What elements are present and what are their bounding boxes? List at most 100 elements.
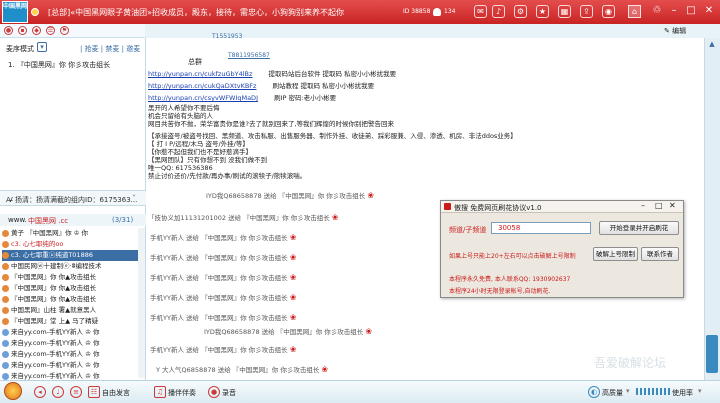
mic-entry[interactable]: 1. 『中国黑网』你 你彡攻击组长 (8, 60, 110, 70)
quality-icon: ◐ (588, 386, 600, 398)
record-label[interactable]: 录音 (222, 388, 236, 398)
member-name: 『中国黑网』你 你▲攻击组长 (11, 295, 97, 303)
member-avatar-icon (2, 240, 9, 248)
pan-link[interactable]: http://yunpan.cn/cukQaDXtvKBFz (148, 82, 256, 90)
chat-message: 手机YY新人 送给 『中国黑网』你 你彡攻击组长 ❀ (150, 232, 296, 242)
left-toolbar: ● ▪ ◆ ☰ ⚑ (0, 24, 145, 38)
member-row[interactable]: 中国黑网』山柱 署▲就意黑人 (2, 305, 144, 316)
member-row[interactable]: c3. 心七耶纯的oo (2, 239, 144, 250)
speaker-icon[interactable]: ◂ (34, 386, 46, 398)
chat-sender[interactable]: 手机YY新人 (150, 274, 184, 282)
star-icon (31, 8, 39, 16)
person-icon[interactable]: ● (4, 26, 13, 35)
voice-settings-icon[interactable]: ≡ (70, 386, 82, 398)
member-row-selected[interactable]: c3. 心七耶重ⓤ纯道T01886 (2, 250, 144, 261)
voice-quality-label[interactable]: 高质量 (602, 388, 623, 398)
rose-icon: ❀ (365, 327, 373, 336)
minimize-button[interactable]: – (667, 4, 681, 18)
member-row[interactable]: 来自yy.com-手机YY新人 ♔ 你 (2, 349, 144, 360)
mic-mode-dropdown[interactable]: ▾ (37, 42, 47, 52)
dialog-maximize[interactable]: □ (655, 201, 663, 210)
skin-icon[interactable]: ♲ (650, 4, 664, 18)
member-row[interactable]: 『中国黑网』你 你▲攻击组长 (2, 294, 144, 305)
mail-icon[interactable]: ✉ (474, 5, 487, 18)
chat-sender[interactable]: 手机YY新人 (150, 254, 184, 262)
member-row[interactable]: 『中国黑网』你 你▲攻击组长 (2, 283, 144, 294)
chat-icon[interactable]: ☰ (46, 26, 55, 35)
chat-message: 手机YY新人 送给 『中国黑网』你 你彡攻击组长 ❀ (150, 344, 296, 354)
member-avatar-icon (2, 350, 9, 358)
contact-button[interactable]: 联系作者 (641, 247, 679, 261)
chat-sender[interactable]: IYD我Q68658878 (206, 192, 262, 200)
chat-sender[interactable]: Y 大人气Q6858878 (156, 366, 216, 374)
member-row[interactable]: 来自yy.com-手机YY新人 ♔ 你 (2, 338, 144, 349)
microphone-icon[interactable]: ♩ (52, 386, 64, 398)
play-accompany-label[interactable]: 播伴伴奏 (168, 388, 196, 398)
pan-link[interactable]: http://yunpan.cn/csyvWFWIqMaDJ (148, 94, 258, 102)
member-header-title[interactable]: 中国黑网 .cc (28, 216, 68, 226)
chat-sender[interactable]: 手机YY新人 (150, 294, 184, 302)
member-name: 来自yy.com-手机YY新人 ♔ 你 (11, 350, 100, 358)
pan-link[interactable]: http://yunpan.cn/cukfzuGbY4lBz (148, 70, 252, 78)
member-name: c3. 心七耶纯的oo (11, 240, 64, 248)
channel-input[interactable]: 30058 (491, 222, 591, 234)
app-icon (444, 203, 451, 210)
chat-sender[interactable]: IYD我Q68658878 (204, 328, 260, 336)
home-icon[interactable]: ⌂ (628, 5, 641, 18)
edit-button[interactable]: ✎ 编辑 (664, 26, 686, 36)
member-row[interactable]: 来自yy.com-手机YY新人 ♔ 你 (2, 360, 144, 371)
chat-sender[interactable]: 手机YY新人 (150, 314, 184, 322)
announcement-line: 网目共苦你不抛，荣华富贵你是谁?去了就别回来了,等我们辉煌的时候你别把警告回来 (148, 120, 395, 128)
member-row[interactable]: 『中国黑网』你 你▲攻击组长 (2, 272, 144, 283)
chat-scrollbar[interactable] (704, 38, 720, 380)
member-row[interactable]: 中国民网ⓦ十建制ⓔ·ꗊ编程技术 (2, 261, 144, 272)
chat-sender[interactable]: 「技协义加11131201002 (148, 214, 226, 222)
member-row[interactable]: 黄子 『中国黑网』你 ♔ 你 (2, 228, 144, 239)
scroll-thumb[interactable] (706, 335, 718, 373)
scroll-up-icon[interactable]: ▲ (706, 40, 718, 50)
dialog-title: 傲搜 免费网页刷花协议v1.0 (454, 204, 542, 212)
member-row[interactable]: 『中国黑网』堂 上▲ 马了精疑 (2, 316, 144, 327)
mic-menu[interactable]: | 抢麦 | 禁麦 | 邀麦 (80, 44, 140, 54)
member-row[interactable]: 来自yy.com-手机YY新人 ♔ 你 (2, 371, 144, 380)
chat-message: 「技协义加11131201002 送给 『中国黑网』你 你彡攻击组长 ❀ (148, 212, 339, 222)
window-title: [总部]«中国黑网眼子黄油团»招收成员，殿东，接待，需忠心，小狗狗别来养不起你 (48, 8, 345, 17)
dialog-minimize[interactable]: – (641, 201, 645, 210)
member-row[interactable]: 来自yy.com-手机YY新人 ♔ 你 (2, 327, 144, 338)
bell-icon[interactable]: ♪ (492, 5, 505, 18)
user-avatar[interactable] (4, 382, 22, 400)
dialog-close[interactable]: ✕ (669, 201, 676, 210)
crack-button[interactable]: 破解上号限制 (593, 247, 638, 261)
chat-message: 手机YY新人 送给 『中国黑网』你 你彡攻击组长 ❀ (150, 292, 296, 302)
dialog-titlebar: 傲搜 免费网页刷花协议v1.0 – □ ✕ (441, 201, 683, 213)
share-icon[interactable]: ⇪ (580, 5, 593, 18)
collapse-icon[interactable]: ˅ (132, 194, 136, 203)
location-icon[interactable]: ◆ (32, 26, 41, 35)
chat-sender[interactable]: 手机YY新人 (150, 234, 184, 242)
grid-icon[interactable]: ▦ (558, 5, 571, 18)
flag-icon[interactable]: ⚑ (60, 26, 69, 35)
quality-dropdown-icon[interactable]: ▾ (626, 387, 630, 395)
mic-mode-label[interactable]: 麦序模式 (6, 44, 34, 54)
more-icon[interactable]: ▾ (698, 387, 702, 395)
eye-icon[interactable]: ◉ (602, 5, 615, 18)
rose-icon: ❀ (367, 191, 375, 200)
channel-logo[interactable]: 中国黑网 (2, 1, 28, 23)
maximize-button[interactable]: □ (684, 4, 698, 18)
folder-icon[interactable]: ▪ (18, 26, 27, 35)
settings-icon[interactable]: ⚙ (514, 5, 527, 18)
free-chat-label[interactable]: 自由发言 (102, 388, 130, 398)
rose-icon: ❀ (289, 313, 297, 322)
chat-text: 送给 『中国黑网』你 你彡攻击组长 (186, 346, 288, 354)
member-name: 中国民网ⓦ十建制ⓔ·ꗊ编程技术 (11, 262, 102, 270)
member-scrollbar[interactable] (138, 228, 145, 378)
chat-sender[interactable]: 手机YY新人 (150, 346, 184, 354)
chat-text: 送给 『中国黑网』你 你彡攻击组长 (217, 366, 320, 374)
announcement: http://yunpan.cn/cukfzuGbY4lBz 提取码站后台软件 … (148, 38, 558, 180)
rose-icon: ❀ (289, 293, 297, 302)
member-name: 中国黑网』山柱 署▲就意黑人 (11, 306, 97, 314)
close-button[interactable]: ✕ (702, 4, 716, 18)
warning-text: 如果上号只能上20+左右可以点击破解上号限制 (449, 253, 576, 260)
star-shield-icon[interactable]: ★ (536, 5, 549, 18)
start-button[interactable]: 开始登录并开启刷花 (599, 221, 679, 235)
